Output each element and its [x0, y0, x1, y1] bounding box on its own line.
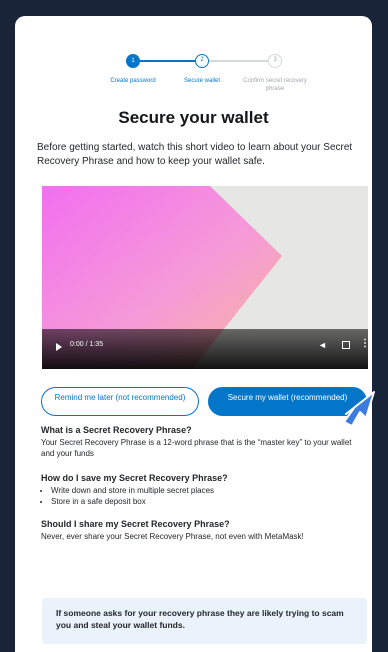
- faq-answer: Never, ever share your Secret Recovery P…: [41, 532, 304, 541]
- more-options-icon[interactable]: ⋮: [360, 338, 368, 349]
- faq-question: What is a Secret Recovery Phrase?: [41, 425, 192, 435]
- step-3-circle: 3: [268, 54, 282, 68]
- faq-share: Should I share my Secret Recovery Phrase…: [41, 518, 361, 542]
- volume-icon[interactable]: ◄: [318, 340, 327, 350]
- step-1-circle: 1: [126, 54, 140, 68]
- video-player[interactable]: 0:00 / 1:35 ◄ ⋮: [42, 186, 368, 369]
- intro-text: Before getting started, watch this short…: [37, 142, 353, 167]
- video-time: 0:00 / 1:35: [70, 341, 104, 348]
- stepper-line-pending: [208, 60, 273, 62]
- play-icon[interactable]: [56, 343, 62, 351]
- step-1-label: Create password: [110, 78, 156, 84]
- scam-warning-alert: If someone asks for your recovery phrase…: [42, 598, 367, 644]
- faq-question: Should I share my Secret Recovery Phrase…: [41, 519, 230, 529]
- step-2-circle: 2: [195, 54, 209, 68]
- video-controls: 0:00 / 1:35 ◄ ⋮: [42, 329, 368, 369]
- step-3-label: Confirm secret recovery phrase: [243, 78, 307, 92]
- faq-how: How do I save my Secret Recovery Phrase?…: [41, 472, 361, 507]
- remind-later-button[interactable]: Remind me later (not recommended): [41, 387, 199, 416]
- progress-stepper: 1 2 3 Create password Secure wallet Conf…: [15, 33, 372, 93]
- faq-what: What is a Secret Recovery Phrase? Your S…: [41, 424, 361, 459]
- bullet-item: Write down and store in multiple secret …: [51, 485, 361, 496]
- page-title: Secure your wallet: [118, 108, 269, 127]
- fullscreen-icon[interactable]: [342, 341, 350, 349]
- onboarding-card: 1 2 3 Create password Secure wallet Conf…: [15, 16, 372, 652]
- step-2-label: Secure wallet: [183, 78, 221, 84]
- faq-question: How do I save my Secret Recovery Phrase?: [41, 473, 228, 483]
- pointer-arrow-icon: [343, 391, 375, 427]
- faq-answer: Your Secret Recovery Phrase is a 12-word…: [41, 438, 352, 458]
- faq-bullets: Write down and store in multiple secret …: [41, 485, 361, 507]
- bullet-item: Store in a safe deposit box: [51, 496, 361, 507]
- stepper-line-complete: [139, 60, 196, 62]
